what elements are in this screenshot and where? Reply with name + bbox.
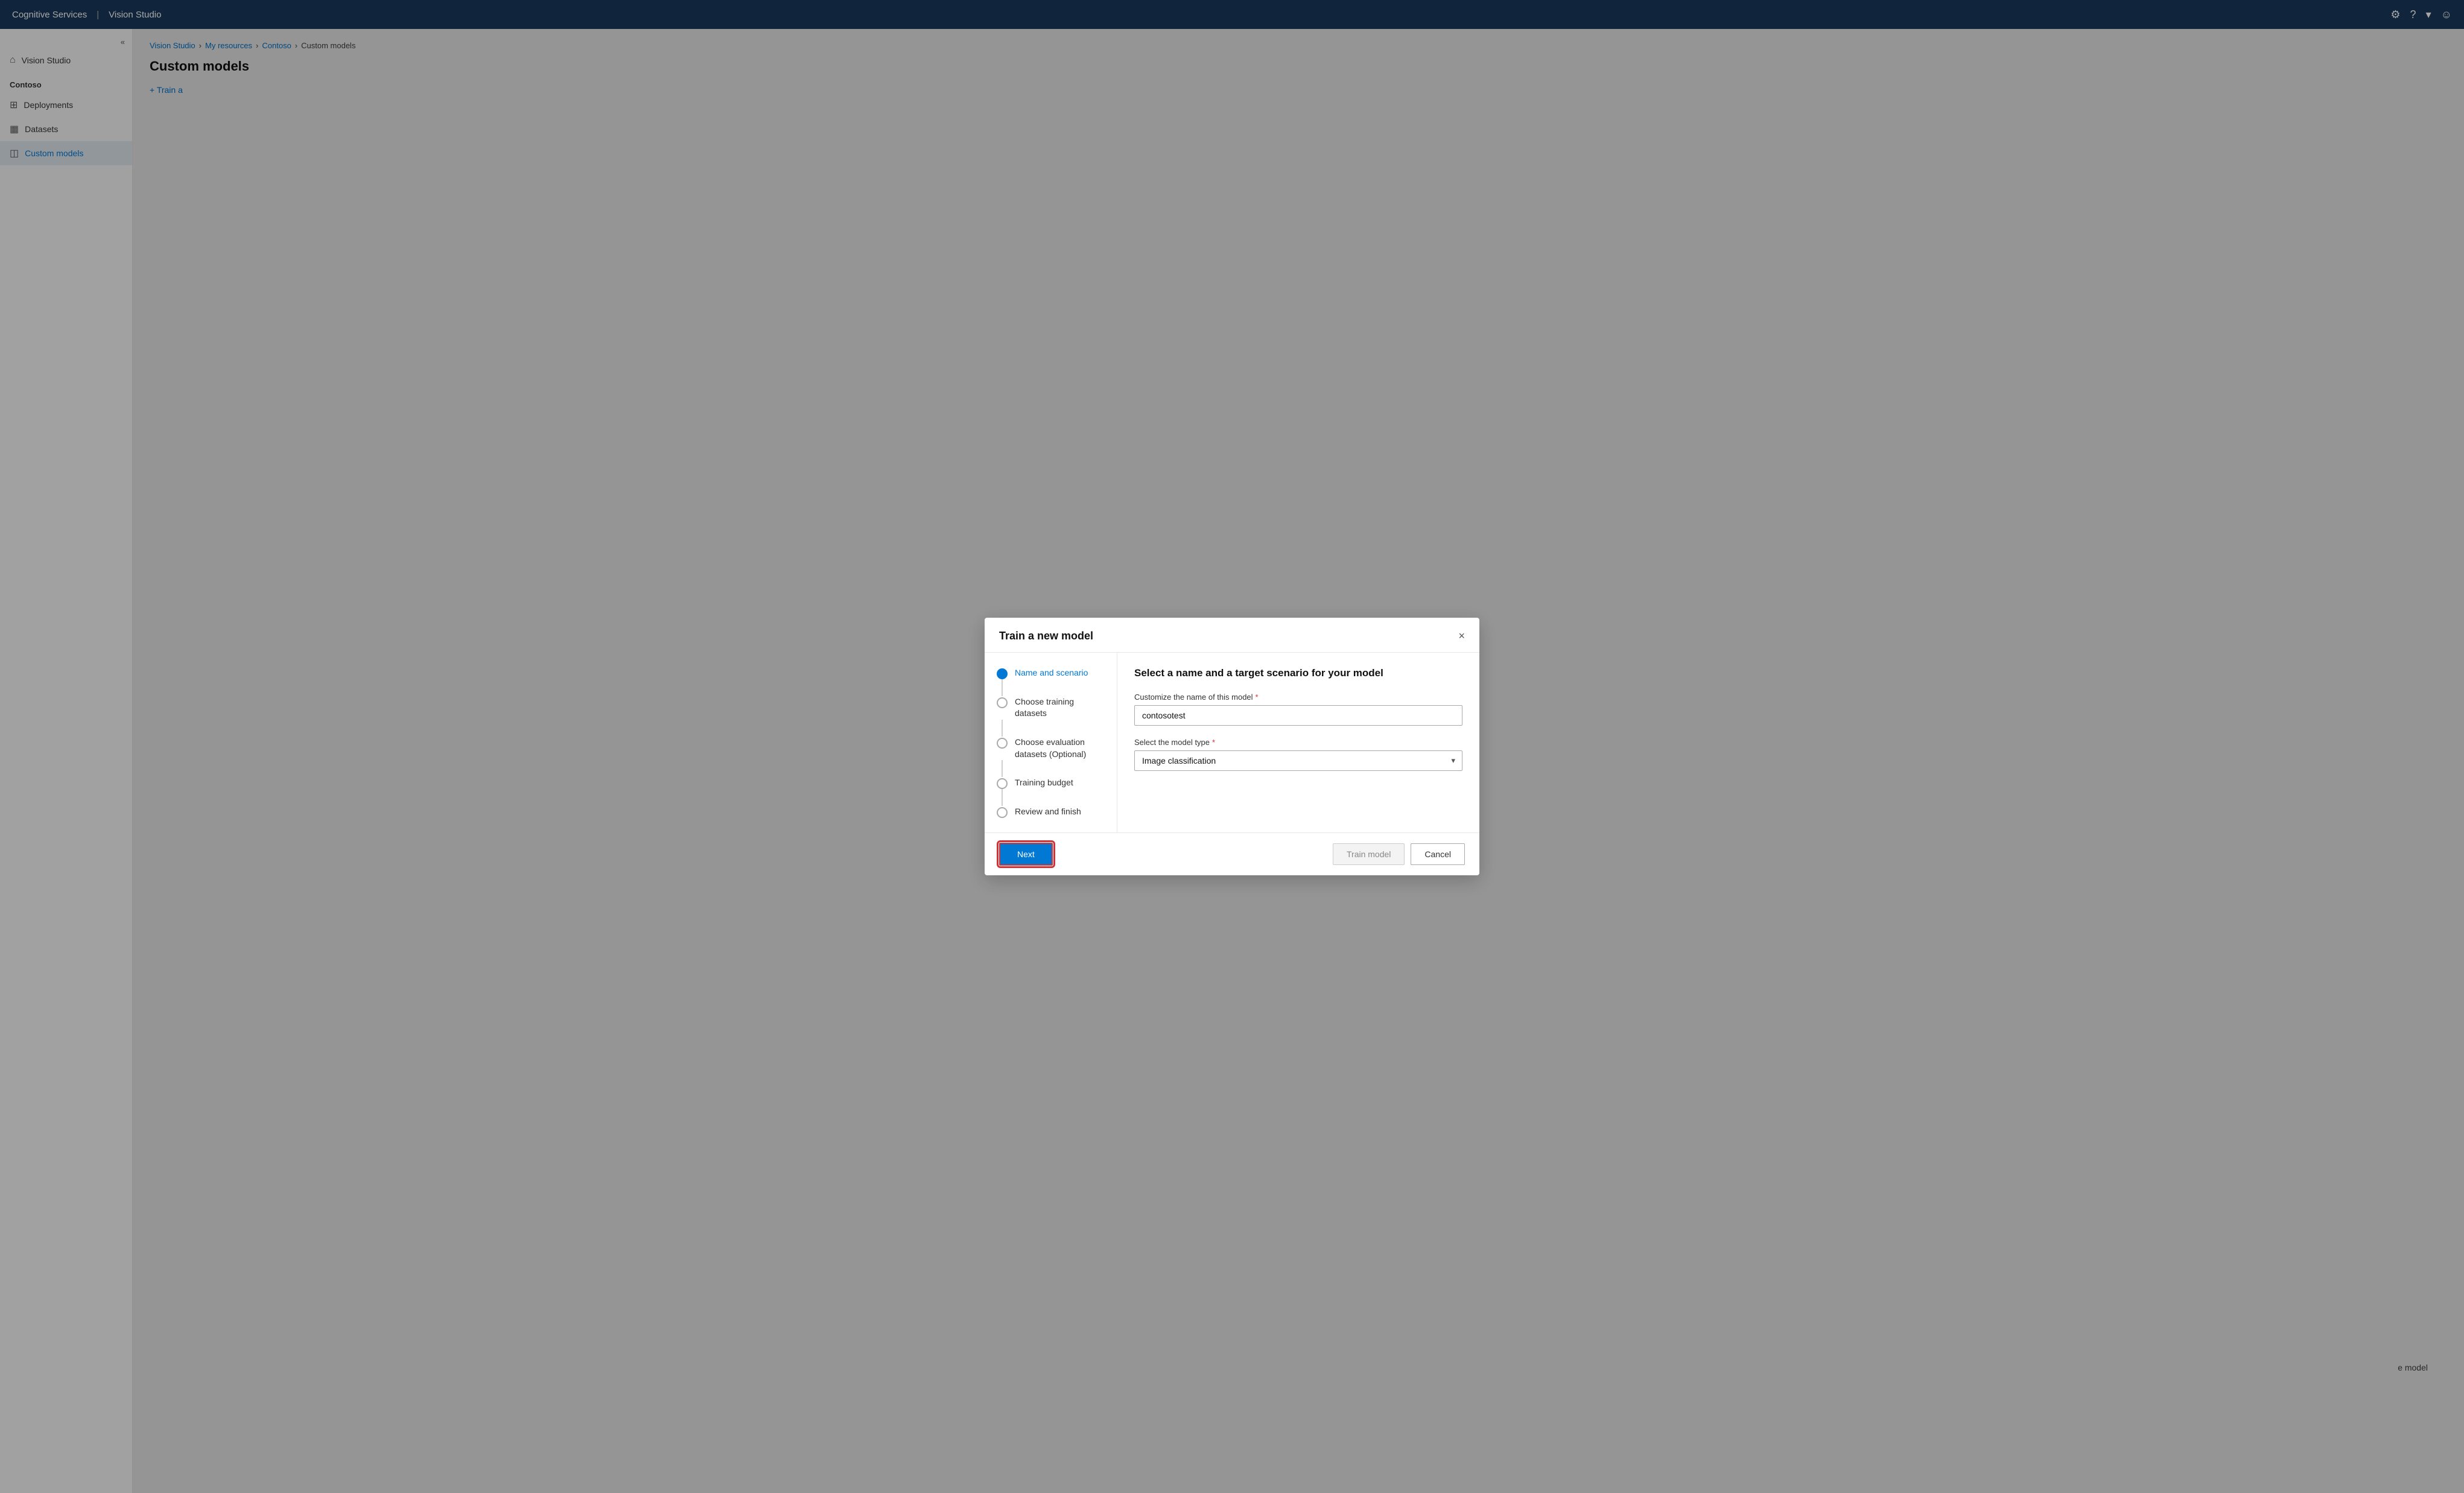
model-type-label: Select the model type *	[1134, 738, 1462, 747]
dialog-title: Train a new model	[999, 630, 1093, 642]
step-label-4: Training budget	[1015, 777, 1073, 789]
step-item-4: Training budget	[997, 777, 1105, 789]
cancel-button[interactable]: Cancel	[1411, 843, 1465, 865]
dialog: Train a new model × Name and scenario Ch…	[985, 618, 1479, 875]
step-label-5: Review and finish	[1015, 806, 1081, 818]
next-button[interactable]: Next	[999, 843, 1053, 866]
step-connector-3	[1002, 760, 1003, 777]
step-item-2: Choose training datasets	[997, 696, 1105, 720]
dialog-footer: Next Train model Cancel	[985, 832, 1479, 875]
form-section-title: Select a name and a target scenario for …	[1134, 667, 1462, 679]
step-circle-5	[997, 807, 1008, 818]
step-label-1: Name and scenario	[1015, 667, 1088, 679]
train-model-button: Train model	[1333, 843, 1405, 865]
model-type-select[interactable]: Image classification Object detection Pr…	[1134, 750, 1462, 771]
step-item-1: Name and scenario	[997, 667, 1105, 679]
model-type-group: Select the model type * Image classifica…	[1134, 738, 1462, 771]
name-required-star: *	[1256, 693, 1259, 702]
step-circle-4	[997, 778, 1008, 789]
dialog-body: Name and scenario Choose training datase…	[985, 653, 1479, 832]
step-connector-4	[1002, 789, 1003, 806]
steps-panel: Name and scenario Choose training datase…	[985, 653, 1117, 832]
model-name-input[interactable]	[1134, 705, 1462, 726]
step-item-5: Review and finish	[997, 806, 1105, 818]
type-required-star: *	[1212, 738, 1215, 747]
step-connector-1	[1002, 679, 1003, 696]
model-type-select-wrapper: Image classification Object detection Pr…	[1134, 750, 1462, 771]
form-panel: Select a name and a target scenario for …	[1117, 653, 1479, 832]
step-label-2: Choose training datasets	[1015, 696, 1105, 720]
modal-overlay: Train a new model × Name and scenario Ch…	[0, 0, 2464, 1493]
step-item-3: Choose evaluation datasets (Optional)	[997, 737, 1105, 760]
step-connector-2	[1002, 720, 1003, 737]
dialog-close-button[interactable]: ×	[1458, 630, 1465, 641]
model-name-group: Customize the name of this model *	[1134, 693, 1462, 726]
model-name-label: Customize the name of this model *	[1134, 693, 1462, 702]
step-label-3: Choose evaluation datasets (Optional)	[1015, 737, 1105, 760]
step-circle-1	[997, 668, 1008, 679]
step-circle-3	[997, 738, 1008, 749]
dialog-header: Train a new model ×	[985, 618, 1479, 653]
step-circle-2	[997, 697, 1008, 708]
